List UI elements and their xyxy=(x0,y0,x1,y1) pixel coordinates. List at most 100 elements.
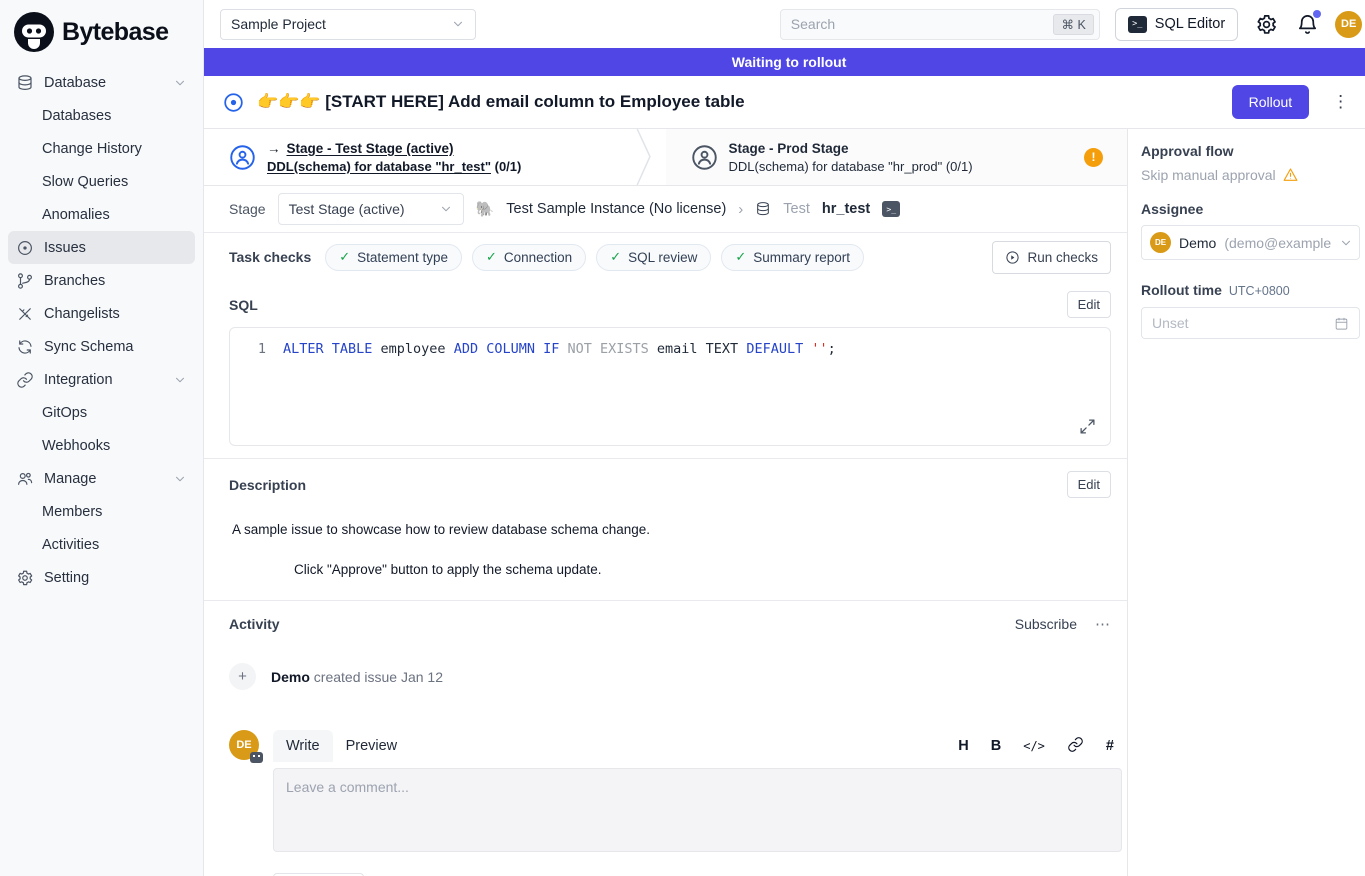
sidebar-item-change-history[interactable]: Change History xyxy=(8,132,195,165)
sql-section-title: SQL xyxy=(229,297,258,313)
sidebar-item-slow-queries[interactable]: Slow Queries xyxy=(8,165,195,198)
assignee-select[interactable]: DE Demo (demo@example xyxy=(1141,225,1360,260)
check-statement-type[interactable]: ✓ Statement type xyxy=(325,244,462,271)
issue-menu-button[interactable]: ⋮ xyxy=(1322,92,1360,112)
sidebar-item-anomalies[interactable]: Anomalies xyxy=(8,198,195,231)
instance-link[interactable]: Test Sample Instance (No license) xyxy=(506,201,726,217)
check-summary-report[interactable]: ✓ Summary report xyxy=(721,244,864,271)
code-format-button[interactable]: </> xyxy=(1023,739,1045,753)
search-shortcut-badge: ⌘ K xyxy=(1053,14,1093,35)
sidebar-item-webhooks[interactable]: Webhooks xyxy=(8,429,195,462)
stage-prod-cell[interactable]: Stage - Prod Stage DDL(schema) for datab… xyxy=(666,129,1128,185)
activity-date: Jan 12 xyxy=(401,669,443,685)
assignee-email: (demo@example xyxy=(1224,235,1331,251)
environment-label: Test xyxy=(783,201,810,217)
sql-token: NOT EXISTS xyxy=(559,341,657,357)
sidebar-item-setting[interactable]: Setting xyxy=(8,561,195,594)
sidebar-item-branches[interactable]: Branches xyxy=(8,264,195,297)
bytebase-logo-icon xyxy=(14,12,54,52)
chevron-down-icon xyxy=(451,17,465,31)
sql-token: employee xyxy=(372,341,453,357)
sidebar-item-changelists[interactable]: Changelists xyxy=(8,297,195,330)
hash-format-button[interactable]: # xyxy=(1106,738,1114,754)
subscribe-button[interactable]: Subscribe xyxy=(1015,616,1077,632)
sidebar-item-label: Webhooks xyxy=(42,438,110,454)
notification-dot xyxy=(1313,10,1321,18)
sidebar-item-label: Anomalies xyxy=(42,207,110,223)
link-format-button[interactable] xyxy=(1067,736,1084,757)
sidebar-item-manage[interactable]: Manage xyxy=(8,462,195,495)
sidebar-item-label: Integration xyxy=(44,372,113,388)
stage-select-dropdown[interactable]: Test Stage (active) xyxy=(278,193,464,225)
stage-test-task-link[interactable]: DDL(schema) for database "hr_test" xyxy=(267,159,491,174)
rollout-time-picker[interactable]: Unset xyxy=(1141,307,1360,339)
sidebar-item-label: Activities xyxy=(42,537,99,553)
sidebar-item-databases[interactable]: Databases xyxy=(8,99,195,132)
description-edit-button[interactable]: Edit xyxy=(1067,471,1111,498)
tab-write[interactable]: Write xyxy=(273,730,333,762)
rollout-time-title: Rollout time xyxy=(1141,282,1222,298)
check-label: Statement type xyxy=(357,250,448,265)
issue-status-icon xyxy=(223,92,244,113)
sidebar-item-integration[interactable]: Integration xyxy=(8,363,195,396)
stage-pipeline: → Stage - Test Stage (active) DDL(schema… xyxy=(204,129,1127,186)
expand-icon[interactable] xyxy=(1079,418,1096,435)
check-pass-icon: ✓ xyxy=(735,249,746,265)
open-sql-editor-icon[interactable]: >_ xyxy=(882,201,900,217)
activity-menu-button[interactable]: ⋯ xyxy=(1095,615,1111,633)
approval-flow-value-row: Skip manual approval xyxy=(1141,167,1360,183)
sidebar-item-gitops[interactable]: GitOps xyxy=(8,396,195,429)
rollout-button[interactable]: Rollout xyxy=(1232,85,1310,119)
right-panel: Approval flow Skip manual approval Assig… xyxy=(1128,129,1365,876)
sql-code-block[interactable]: 1 ALTER TABLE employee ADD COLUMN IF NOT… xyxy=(229,327,1111,446)
approval-flow-value: Skip manual approval xyxy=(1141,167,1276,183)
topbar: Sample Project ⌘ K >_ SQL Editor xyxy=(204,0,1365,48)
issue-header: 👉👉👉 [START HERE] Add email column to Emp… xyxy=(204,76,1365,129)
gear-icon xyxy=(1255,13,1278,36)
search-box[interactable]: ⌘ K xyxy=(780,9,1100,40)
run-checks-button[interactable]: Run checks xyxy=(992,241,1111,274)
link-icon xyxy=(1067,736,1084,753)
check-pass-icon: ✓ xyxy=(610,249,621,265)
user-avatar[interactable]: DE xyxy=(1335,11,1362,38)
sql-token: ALTER TABLE xyxy=(283,341,372,357)
comment-bubble-icon xyxy=(250,752,263,763)
sql-edit-button[interactable]: Edit xyxy=(1067,291,1111,318)
sidebar-item-activities[interactable]: Activities xyxy=(8,528,195,561)
check-connection[interactable]: ✓ Connection xyxy=(472,244,586,271)
stage-separator-chevron xyxy=(636,129,658,185)
notifications-button[interactable] xyxy=(1294,11,1320,37)
settings-button[interactable] xyxy=(1253,11,1279,37)
chevron-down-icon xyxy=(173,373,187,387)
activity-section: Activity Subscribe ⋯ + Demo created issu… xyxy=(204,600,1127,876)
sql-editor-button[interactable]: >_ SQL Editor xyxy=(1115,8,1238,41)
sidebar-item-label: GitOps xyxy=(42,405,87,421)
database-link[interactable]: hr_test xyxy=(822,201,870,217)
comment-editor: DE Write Preview H B </> xyxy=(229,730,1111,876)
sql-code-line: 1 ALTER TABLE employee ADD COLUMN IF NOT… xyxy=(244,340,1096,359)
stage-test-name[interactable]: Stage - Test Stage (active) xyxy=(287,141,454,156)
project-select[interactable]: Sample Project xyxy=(220,9,476,40)
activity-entry: + Demo created issue Jan 12 xyxy=(229,663,1111,690)
check-sql-review[interactable]: ✓ SQL review xyxy=(596,244,711,271)
search-input[interactable] xyxy=(791,16,1054,32)
stage-test-cell[interactable]: → Stage - Test Stage (active) DDL(schema… xyxy=(204,129,666,185)
brand-logo[interactable]: Bytebase xyxy=(8,8,195,66)
sidebar-item-members[interactable]: Members xyxy=(8,495,195,528)
sidebar-item-sync-schema[interactable]: Sync Schema xyxy=(8,330,195,363)
sidebar-item-issues[interactable]: Issues xyxy=(8,231,195,264)
branch-icon xyxy=(16,272,34,290)
task-checks-row: Task checks ✓ Statement type ✓ Connectio… xyxy=(204,233,1127,281)
terminal-icon: >_ xyxy=(1128,16,1147,33)
link-icon xyxy=(16,371,34,389)
tab-preview[interactable]: Preview xyxy=(333,730,411,762)
calendar-icon xyxy=(1334,316,1349,331)
comment-input[interactable] xyxy=(273,768,1122,852)
changelist-icon xyxy=(16,305,34,323)
arrow-right-icon: → xyxy=(267,141,281,156)
bold-format-button[interactable]: B xyxy=(991,738,1001,754)
sidebar-item-database[interactable]: Database xyxy=(8,66,195,99)
heading-format-button[interactable]: H xyxy=(958,738,968,754)
comment-toolbar: Write Preview H B </> xyxy=(273,730,1122,762)
brand-name: Bytebase xyxy=(62,18,168,47)
